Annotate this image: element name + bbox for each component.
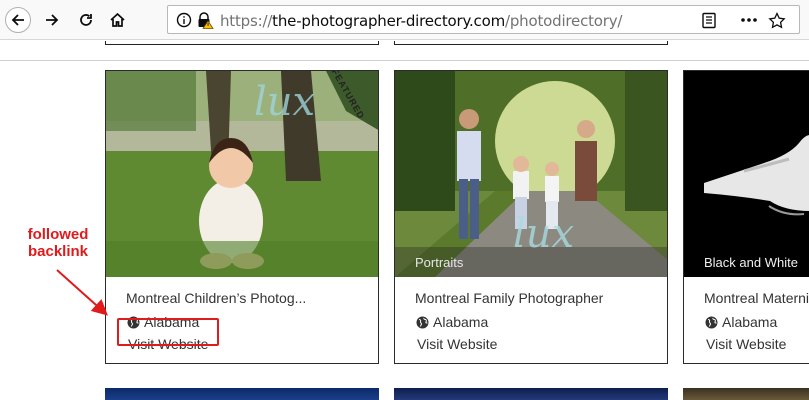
- highlight-box: [117, 318, 219, 346]
